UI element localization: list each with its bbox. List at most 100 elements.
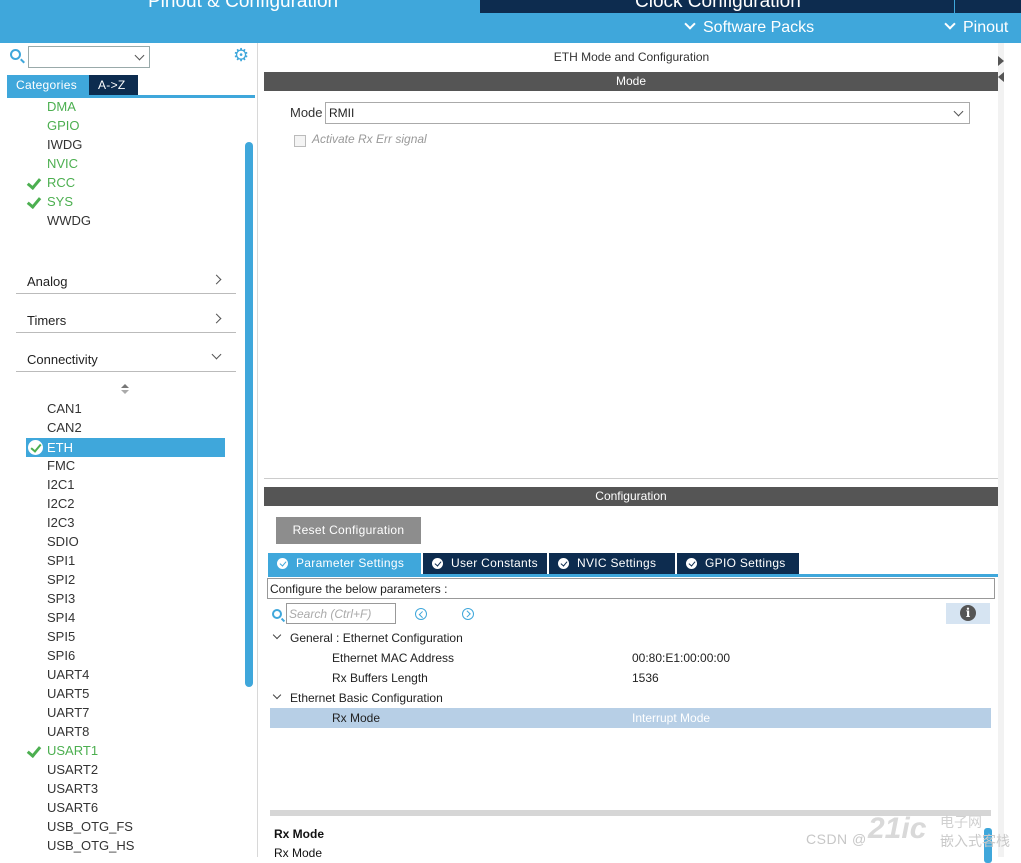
peripheral-item-i2c2[interactable]: I2C2 — [47, 496, 74, 511]
peripheral-item-usb_otg_hs[interactable]: USB_OTG_HS — [47, 838, 134, 853]
section-connectivity-label: Connectivity — [27, 352, 98, 367]
search-combobox[interactable] — [28, 46, 150, 68]
tree-param-row[interactable]: Rx ModeInterrupt Mode — [270, 708, 991, 728]
tree-value[interactable]: Interrupt Mode — [632, 711, 710, 725]
rx-err-checkbox[interactable] — [294, 135, 306, 147]
pinout-menu[interactable]: Pinout — [946, 19, 1008, 37]
tab-label: GPIO Settings — [705, 556, 786, 570]
tab-user-constants[interactable]: User Constants — [423, 553, 547, 574]
left-panel: ⚙ Categories A->Z Analog Timers Connecti… — [0, 43, 258, 857]
section-timers-label: Timers — [27, 313, 66, 328]
mode-label: Mode — [290, 105, 323, 120]
software-packs-label: Software Packs — [703, 19, 814, 36]
check-circle-icon — [686, 558, 697, 569]
watermark-brand: 电子网 — [940, 812, 982, 832]
tab-next[interactable] — [955, 0, 1021, 13]
peripheral-item-uart4[interactable]: UART4 — [47, 667, 89, 682]
tab-categories[interactable]: Categories — [7, 75, 89, 95]
check-circle-icon — [277, 558, 288, 569]
info-icon[interactable] — [946, 603, 990, 624]
peripheral-item-usart6[interactable]: USART6 — [47, 800, 98, 815]
tabs-underline — [7, 95, 255, 98]
tab-gpio-settings[interactable]: GPIO Settings — [677, 553, 799, 574]
search-icon — [272, 609, 282, 619]
tab-parameter-settings[interactable]: Parameter Settings — [268, 553, 421, 574]
peripheral-item-can2[interactable]: CAN2 — [47, 420, 82, 435]
param-search-input[interactable]: Search (Ctrl+F) — [286, 603, 396, 624]
peripheral-item-sdio[interactable]: SDIO — [47, 534, 79, 549]
peripheral-item-sys[interactable]: SYS — [47, 194, 73, 209]
peripheral-item-spi4[interactable]: SPI4 — [47, 610, 75, 625]
gear-icon[interactable]: ⚙ — [233, 47, 250, 64]
tab-pinout-configuration[interactable]: Pinout & Configuration — [148, 0, 338, 13]
tree-value[interactable]: 00:80:E1:00:00:00 — [632, 651, 730, 665]
previous-icon[interactable] — [415, 608, 427, 620]
peripheral-item-spi3[interactable]: SPI3 — [47, 591, 75, 606]
search-icon — [10, 49, 21, 60]
mode-select[interactable]: RMII — [325, 102, 970, 124]
peripheral-item-spi5[interactable]: SPI5 — [47, 629, 75, 644]
peripheral-item-usart1[interactable]: USART1 — [47, 743, 98, 758]
sub-menu-bar: Software Packs Pinout — [0, 13, 1021, 43]
tree-group[interactable]: General : Ethernet Configuration — [270, 628, 991, 648]
tree-param-row[interactable]: Ethernet MAC Address 00:80:E1:00:00:00 — [270, 648, 991, 668]
tab-nvic-settings[interactable]: NVIC Settings — [549, 553, 675, 574]
peripheral-item-usart3[interactable]: USART3 — [47, 781, 98, 796]
watermark-csdn: CSDN @ — [806, 831, 867, 847]
watermark-logo: 21ic — [868, 812, 926, 846]
check-icon — [27, 195, 41, 209]
reset-configuration-button[interactable]: Reset Configuration — [276, 517, 421, 544]
peripheral-item-eth[interactable]: ETH — [26, 438, 225, 457]
sort-icon[interactable] — [120, 383, 130, 395]
peripheral-item-i2c3[interactable]: I2C3 — [47, 515, 74, 530]
pinout-label: Pinout — [963, 19, 1008, 36]
chevron-down-icon[interactable] — [135, 51, 145, 61]
section-connectivity[interactable]: Connectivity — [16, 346, 236, 372]
peripheral-item-uart7[interactable]: UART7 — [47, 705, 89, 720]
section-analog[interactable]: Analog — [16, 268, 236, 294]
peripheral-item-uart5[interactable]: UART5 — [47, 686, 89, 701]
check-circle-icon — [558, 558, 569, 569]
peripheral-item-wwdg[interactable]: WWDG — [47, 213, 91, 228]
left-scrollbar[interactable] — [245, 142, 253, 687]
tree-param-row[interactable]: Rx Buffers Length 1536 — [270, 668, 991, 688]
peripheral-item-usb_otg_fs[interactable]: USB_OTG_FS — [47, 819, 133, 834]
peripheral-item-i2c1[interactable]: I2C1 — [47, 477, 74, 492]
tree-label: Ethernet Basic Configuration — [290, 691, 443, 705]
peripheral-item-gpio[interactable]: GPIO — [47, 118, 80, 133]
peripheral-item-spi1[interactable]: SPI1 — [47, 553, 75, 568]
watermark-sub: 嵌入式客栈 — [940, 831, 1010, 851]
tab-clock-configuration[interactable]: Clock Configuration — [635, 0, 801, 13]
section-timers[interactable]: Timers — [16, 307, 236, 333]
chevron-down-icon[interactable] — [273, 691, 281, 699]
tab-label: User Constants — [451, 556, 538, 570]
main-panel: ETH Mode and Configuration Mode Mode RMI… — [264, 43, 999, 857]
peripheral-item-nvic[interactable]: NVIC — [47, 156, 78, 171]
chevron-right-icon — [212, 275, 222, 285]
peripheral-item-can1[interactable]: CAN1 — [47, 401, 82, 416]
peripheral-item-rcc[interactable]: RCC — [47, 175, 75, 190]
peripheral-item-spi2[interactable]: SPI2 — [47, 572, 75, 587]
expand-arrow-icon[interactable] — [998, 72, 1004, 82]
tree-label: Rx Buffers Length — [332, 671, 428, 685]
peripheral-item-fmc[interactable]: FMC — [47, 458, 75, 473]
chevron-down-icon[interactable] — [273, 631, 281, 639]
mode-select-value: RMII — [329, 106, 354, 120]
collapse-arrow-icon[interactable] — [998, 56, 1004, 66]
tree-group[interactable]: Ethernet Basic Configuration — [270, 688, 991, 708]
peripheral-item-dma[interactable]: DMA — [47, 99, 76, 114]
peripheral-item-uart8[interactable]: UART8 — [47, 724, 89, 739]
chevron-right-icon — [212, 314, 222, 324]
configuration-header: Configuration — [264, 487, 998, 506]
peripheral-item-spi6[interactable]: SPI6 — [47, 648, 75, 663]
software-packs-menu[interactable]: Software Packs — [686, 19, 814, 37]
tree-value[interactable]: 1536 — [632, 671, 659, 685]
tab-clock-configuration-bg[interactable]: Clock Configuration — [480, 0, 954, 13]
tree-label: Ethernet MAC Address — [332, 651, 454, 665]
peripheral-item-usart2[interactable]: USART2 — [47, 762, 98, 777]
next-icon[interactable] — [462, 608, 474, 620]
tab-a-to-z[interactable]: A->Z — [89, 75, 138, 95]
peripheral-label: ETH — [47, 440, 73, 455]
peripheral-item-iwdg[interactable]: IWDG — [47, 137, 82, 152]
tree-label: General : Ethernet Configuration — [290, 631, 463, 645]
